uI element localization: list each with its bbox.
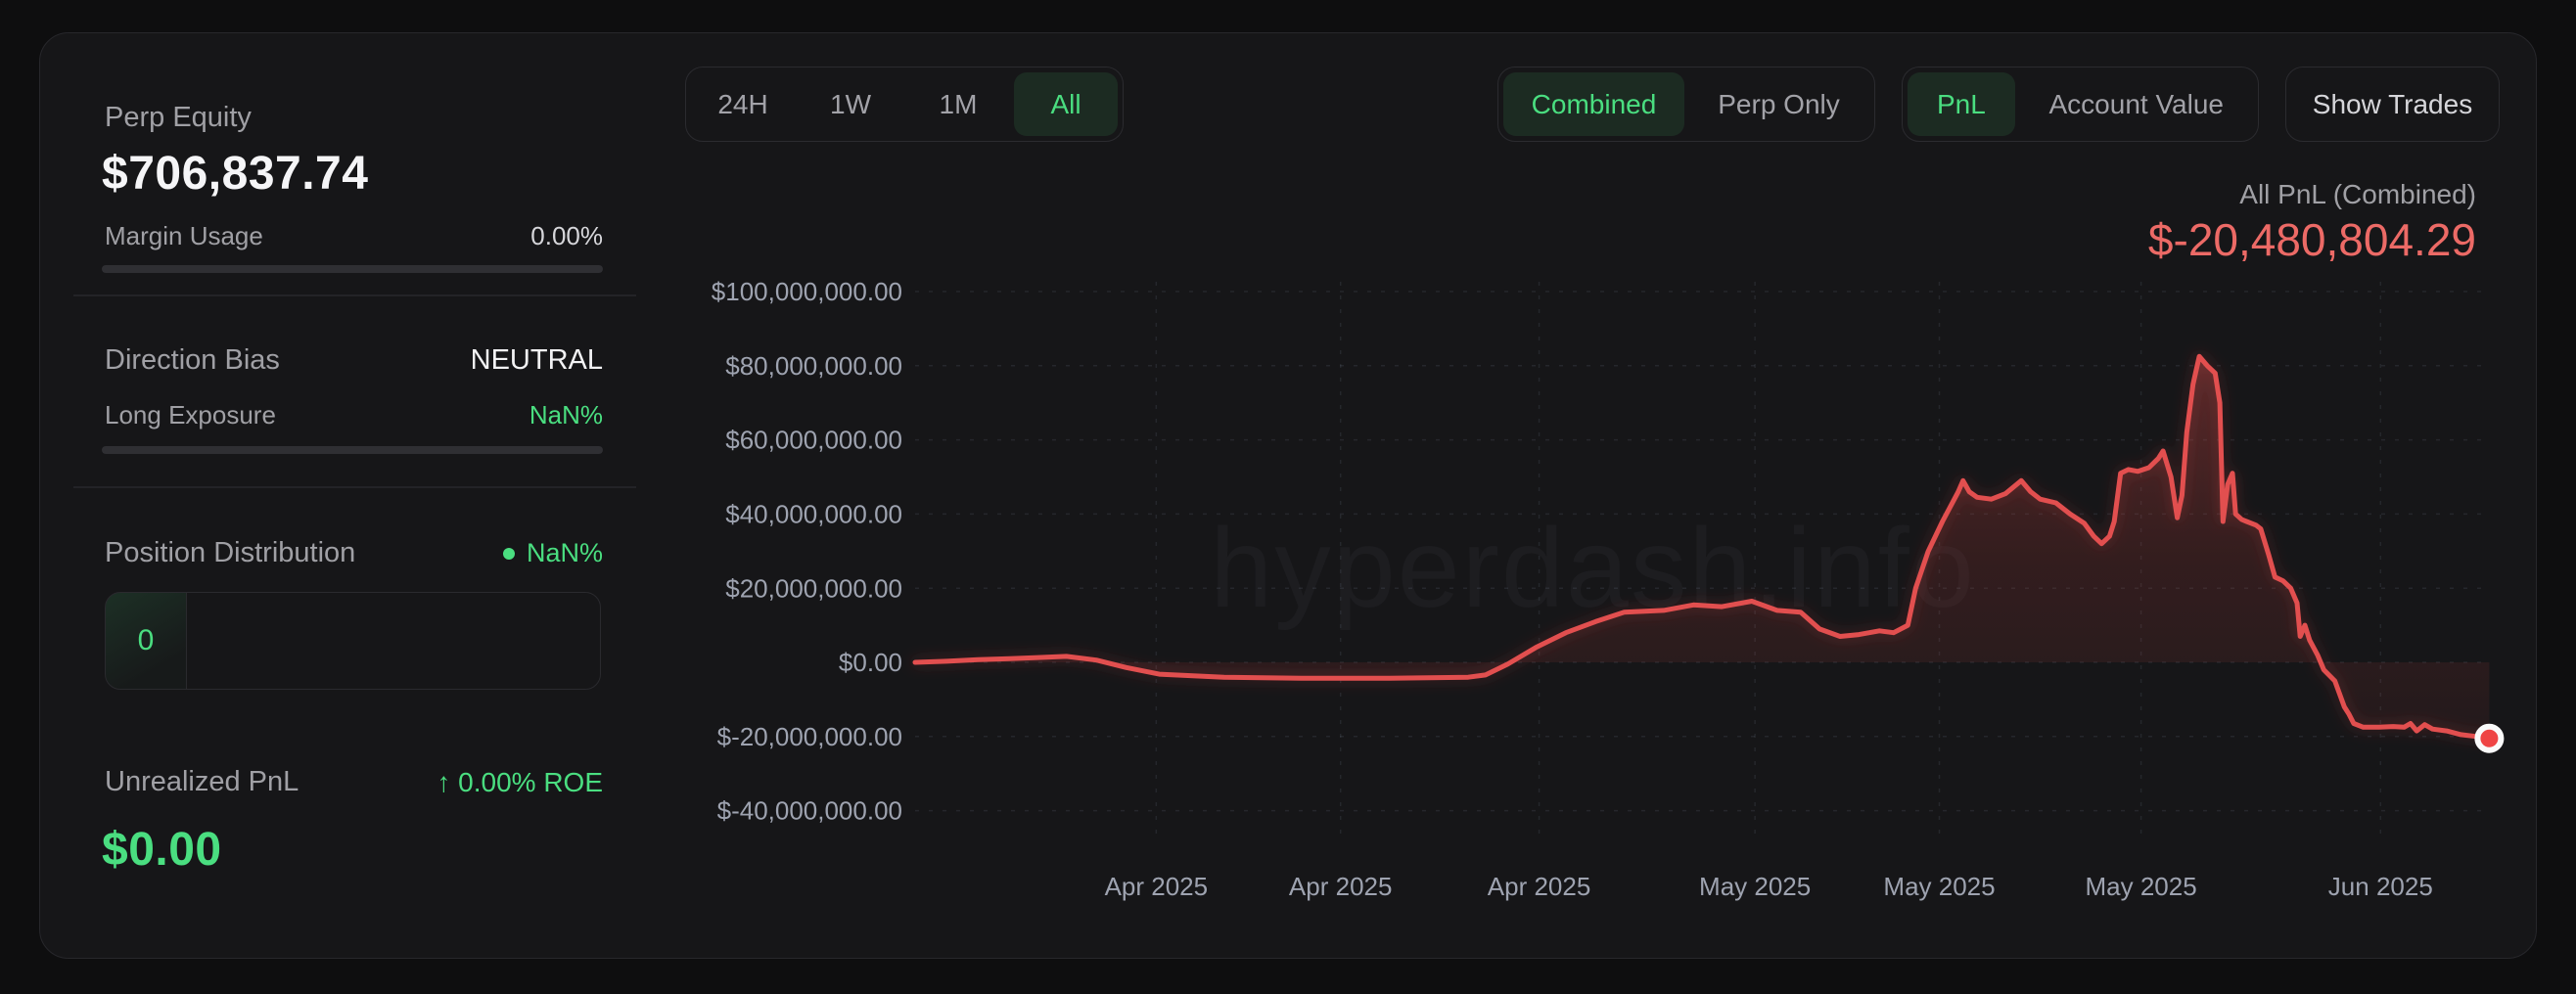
y-tick-label: $20,000,000.00 bbox=[725, 573, 902, 603]
y-tick-label: $80,000,000.00 bbox=[725, 351, 902, 381]
y-tick-label: $60,000,000.00 bbox=[725, 426, 902, 455]
pnl-area-fill bbox=[915, 356, 2489, 738]
x-tick-label: Apr 2025 bbox=[1105, 872, 1209, 901]
y-tick-label: $100,000,000.00 bbox=[712, 277, 902, 306]
y-tick-label: $40,000,000.00 bbox=[725, 500, 902, 529]
pnl-chart[interactable]: $100,000,000.00 $80,000,000.00 $60,000,000… bbox=[0, 0, 2576, 994]
x-tick-label: Apr 2025 bbox=[1289, 872, 1393, 901]
x-tick-label: May 2025 bbox=[1699, 872, 1811, 901]
x-tick-label: Jun 2025 bbox=[2328, 872, 2433, 901]
y-tick-label: $0.00 bbox=[839, 648, 902, 677]
x-tick-label: May 2025 bbox=[2085, 872, 2196, 901]
y-tick-label: $-40,000,000.00 bbox=[717, 796, 902, 826]
x-tick-label: May 2025 bbox=[1883, 872, 1995, 901]
x-tick-label: Apr 2025 bbox=[1488, 872, 1591, 901]
series-endpoint-marker bbox=[2477, 727, 2501, 750]
y-tick-label: $-20,000,000.00 bbox=[717, 722, 902, 751]
hyperdash-pnl-dashboard: Perp Equity $706,837.74 Margin Usage 0.0… bbox=[0, 0, 2576, 994]
